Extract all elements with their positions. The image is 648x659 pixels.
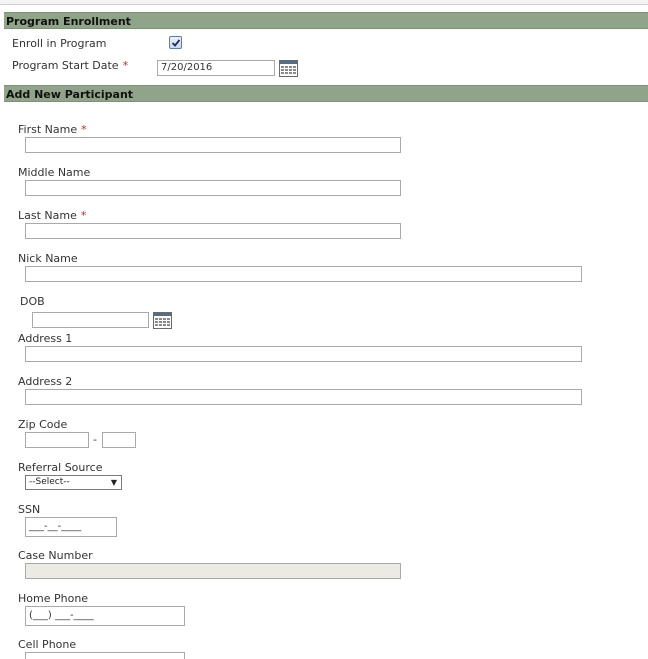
nick-name-input[interactable] xyxy=(25,266,582,282)
checkmark-icon xyxy=(171,39,181,47)
program-start-date-input[interactable]: 7/20/2016 xyxy=(157,60,275,76)
middle-name-input[interactable] xyxy=(25,180,401,196)
address-1-input[interactable] xyxy=(25,346,582,362)
address-2-label: Address 2 xyxy=(18,375,73,388)
zip-separator: - xyxy=(93,433,97,446)
address-1-label: Address 1 xyxy=(18,332,73,345)
program-start-date-label: Program Start Date * xyxy=(12,59,129,72)
chevron-down-icon: ▼ xyxy=(110,478,117,487)
case-number-input xyxy=(25,563,401,579)
zip-code-label: Zip Code xyxy=(18,418,68,431)
program-enrollment-header: Program Enrollment xyxy=(4,12,648,29)
case-number-label: Case Number xyxy=(18,549,93,562)
ssn-label: SSN xyxy=(18,503,41,516)
home-phone-input[interactable]: (___) ___-____ xyxy=(25,606,185,626)
required-marker: * xyxy=(122,59,129,72)
first-name-input[interactable] xyxy=(25,137,401,153)
referral-source-select[interactable]: --Select-- ▼ xyxy=(25,475,122,490)
ssn-input[interactable]: ___-__-____ xyxy=(25,517,117,537)
calendar-icon[interactable] xyxy=(153,312,172,329)
home-phone-mask: (___) ___-____ xyxy=(29,610,94,621)
add-new-participant-header: Add New Participant xyxy=(4,85,648,102)
first-name-label: First Name * xyxy=(18,123,87,136)
top-divider xyxy=(0,0,648,5)
nick-name-label: Nick Name xyxy=(18,252,78,265)
enroll-in-program-label: Enroll in Program xyxy=(12,37,107,50)
home-phone-label: Home Phone xyxy=(18,592,89,605)
zip-code-input[interactable] xyxy=(25,432,89,448)
enroll-in-program-checkbox[interactable] xyxy=(169,36,182,49)
last-name-label: Last Name * xyxy=(18,209,87,222)
dob-input[interactable] xyxy=(32,312,149,328)
cell-phone-label: Cell Phone xyxy=(18,638,77,651)
referral-source-label: Referral Source xyxy=(18,461,103,474)
ssn-mask: ___-__-____ xyxy=(29,521,82,532)
required-marker: * xyxy=(81,123,87,136)
last-name-input[interactable] xyxy=(25,223,401,239)
middle-name-label: Middle Name xyxy=(18,166,91,179)
calendar-icon[interactable] xyxy=(279,60,298,77)
address-2-input[interactable] xyxy=(25,389,582,405)
referral-source-selected: --Select-- xyxy=(29,477,70,487)
cell-phone-input[interactable] xyxy=(25,652,185,659)
required-marker: * xyxy=(80,209,87,222)
zip-extension-input[interactable] xyxy=(102,432,136,448)
dob-label: DOB xyxy=(20,295,45,308)
